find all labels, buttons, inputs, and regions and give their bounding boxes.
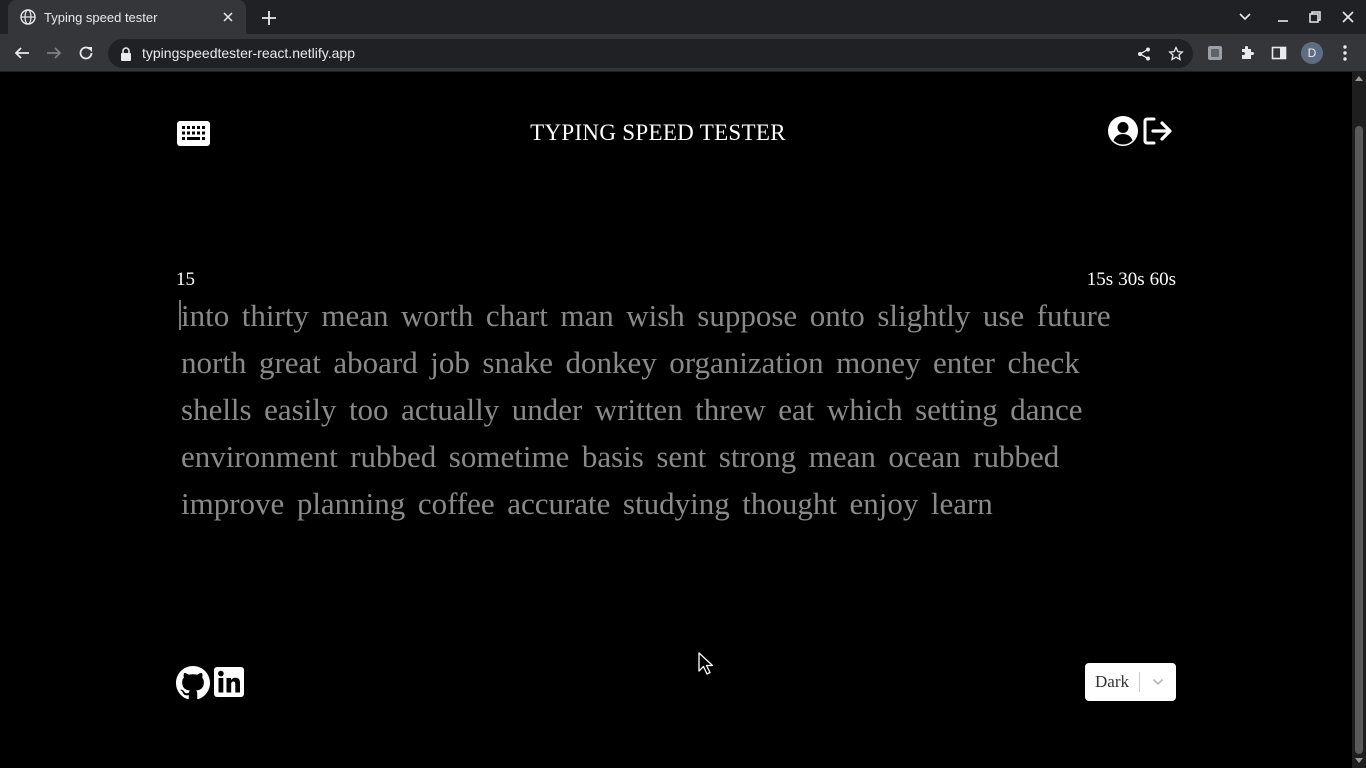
word: organization — [669, 345, 824, 380]
close-window-icon[interactable] — [1337, 7, 1359, 27]
extensions-puzzle-icon[interactable] — [1235, 41, 1259, 65]
new-tab-icon[interactable] — [258, 7, 280, 29]
word: too — [348, 392, 389, 427]
word: job — [430, 345, 470, 380]
theme-selected-value: Dark — [1095, 672, 1129, 691]
word: coffee — [417, 486, 495, 521]
word: sent — [656, 439, 707, 474]
word: enter — [933, 345, 995, 380]
forward-icon[interactable] — [42, 41, 66, 65]
logout-icon[interactable] — [1142, 116, 1174, 146]
chevron-down-icon[interactable] — [1140, 663, 1176, 701]
word: great — [258, 345, 321, 380]
reload-icon[interactable] — [74, 41, 98, 65]
word: slightly — [877, 298, 971, 333]
word: learn — [930, 486, 993, 521]
time-options: 15s 30s 60s — [1087, 269, 1176, 291]
word: planning — [296, 486, 406, 521]
word: north — [181, 345, 247, 380]
time-option-30s[interactable]: 30s — [1118, 269, 1144, 291]
mouse-pointer-icon — [698, 652, 714, 676]
user-account-icon[interactable] — [1108, 116, 1138, 146]
address-bar[interactable]: typingspeedtester-react.netlify.app — [108, 39, 1193, 68]
word: enjoy — [849, 486, 919, 521]
word: donkey — [565, 345, 657, 380]
word: into — [181, 298, 230, 333]
browser-tab[interactable]: Typing speed tester — [8, 0, 246, 34]
word: setting — [915, 392, 998, 427]
word: thought — [742, 486, 837, 521]
word: improve — [181, 486, 285, 521]
linkedin-icon[interactable] — [214, 667, 244, 697]
restore-icon[interactable] — [1304, 7, 1326, 27]
word: mean — [808, 439, 876, 474]
word: thirty — [241, 298, 309, 333]
word: worth — [401, 298, 474, 333]
word: ocean — [888, 439, 961, 474]
page-viewport: TYPING SPEED TESTER 15 15s 30s 60s into t… — [0, 72, 1352, 768]
word: future — [1036, 298, 1111, 333]
word: shells — [181, 392, 252, 427]
word: aboard — [333, 345, 418, 380]
word: man — [560, 298, 614, 333]
word: use — [982, 298, 1025, 333]
word: chart — [485, 298, 548, 333]
share-icon[interactable] — [1135, 45, 1153, 63]
profile-avatar[interactable]: D — [1301, 42, 1323, 64]
time-option-60s[interactable]: 60s — [1150, 269, 1176, 291]
globe-icon — [20, 9, 36, 25]
tab-close-icon[interactable] — [220, 9, 236, 25]
browser-toolbar: typingspeedtester-react.netlify.app D — [0, 34, 1366, 72]
scroll-up-arrow[interactable] — [1355, 76, 1363, 81]
word-list[interactable]: into thirty mean worth chart man wish suppose on… — [181, 292, 1171, 527]
countdown-timer: 15 — [176, 269, 195, 290]
word: sometime — [448, 439, 570, 474]
word: actually — [401, 392, 500, 427]
theme-select[interactable]: Dark — [1085, 663, 1176, 701]
extension-icon[interactable] — [1203, 41, 1227, 65]
word: which — [826, 392, 903, 427]
word: written — [594, 392, 683, 427]
word: snake — [482, 345, 553, 380]
back-icon[interactable] — [10, 41, 34, 65]
word: rubbed — [973, 439, 1060, 474]
menu-kebab-icon[interactable] — [1333, 41, 1357, 65]
scrollbar-thumb[interactable] — [1355, 126, 1363, 754]
word: under — [511, 392, 583, 427]
side-panel-icon[interactable] — [1267, 41, 1291, 65]
browser-tabstrip: Typing speed tester — [0, 0, 1366, 34]
word: studying — [622, 486, 730, 521]
tab-search-icon[interactable] — [1234, 7, 1256, 27]
word: check — [1007, 345, 1080, 380]
page-scrollbar[interactable] — [1352, 72, 1366, 768]
word: strong — [718, 439, 797, 474]
lock-icon — [120, 47, 132, 61]
tab-title: Typing speed tester — [44, 9, 158, 25]
word: dance — [1010, 392, 1083, 427]
time-option-15s[interactable]: 15s — [1087, 269, 1113, 291]
word: suppose — [697, 298, 798, 333]
word: threw — [695, 392, 766, 427]
word: mean — [321, 298, 389, 333]
word: environment — [181, 439, 338, 474]
word: basis — [581, 439, 644, 474]
word: eat — [778, 392, 815, 427]
word: wish — [626, 298, 685, 333]
url-text: typingspeedtester-react.netlify.app — [142, 45, 355, 61]
word: money — [836, 345, 921, 380]
word: easily — [264, 392, 337, 427]
github-icon[interactable] — [176, 666, 210, 700]
scroll-down-arrow[interactable] — [1355, 758, 1363, 763]
word: onto — [809, 298, 865, 333]
minimize-icon[interactable] — [1272, 7, 1294, 27]
bookmark-star-icon[interactable] — [1167, 45, 1185, 63]
word: rubbed — [350, 439, 437, 474]
word: accurate — [507, 486, 611, 521]
